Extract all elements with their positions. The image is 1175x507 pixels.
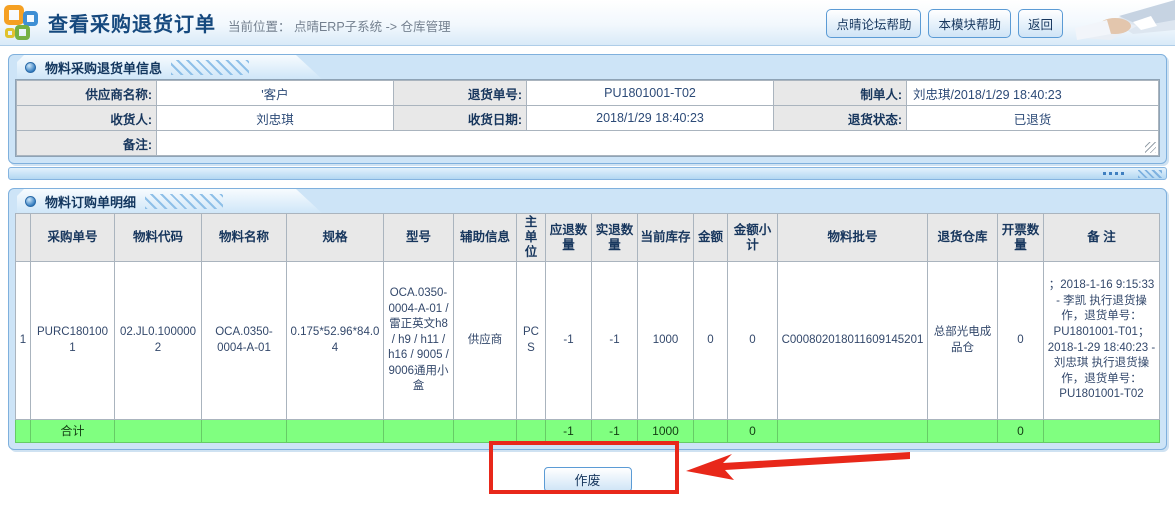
total-cell-index [16,420,31,443]
total-cell-remark [1044,420,1160,443]
cell-aux-info: 供应商 [454,262,517,420]
info-form: 供应商名称: '客户 退货单号: PU1801001-T02 制单人: 刘忠琪/… [15,79,1160,157]
col-header-material-code: 物料代码 [115,214,202,262]
panel-splitter [8,167,1167,180]
breadcrumb: 当前位置： 点晴ERP子系统 -> 仓库管理 [228,10,451,35]
info-row-3: 备注: [17,131,1159,156]
return-no-value: PU1801001-T02 [527,81,774,106]
detail-panel-title: 物料订购单明细 [45,192,136,211]
receiver-label: 收货人: [17,106,157,131]
col-header-batch-no: 物料批号 [778,214,928,262]
cell-model: OCA.0350-0004-A-01 / 雷正英文h8 / h9 / h11 /… [384,262,454,420]
detail-data-row: 1 PURC1801001 02.JL0.1000002 OCA.0350-00… [16,262,1160,420]
cell-remark: ；2018-1-16 9:15:33 - 李凯 执行退货操作，退货单号：PU18… [1044,262,1160,420]
remark-field[interactable] [157,131,1159,156]
col-header-qty-due: 应退数量 [546,214,592,262]
receive-date-value: 2018/1/29 18:40:23 [527,106,774,131]
total-cell-material-code [115,420,202,443]
order-detail-panel: 物料订购单明细 采购单号 物料代码 物料名称 规格 型号 辅助信息 主单位 应退… [8,188,1167,450]
total-cell-batch-no [778,420,928,443]
cell-material-code: 02.JL0.1000002 [115,262,202,420]
tab-stripes-decoration [171,60,249,75]
return-order-info-panel: 物料采购退货单信息 供应商名称: '客户 退货单号: PU1801001-T02… [8,54,1167,164]
footer-action-area: 作废 [0,450,1175,492]
remark-label: 备注: [17,131,157,156]
col-header-spec: 规格 [287,214,384,262]
supplier-name-label: 供应商名称: [17,81,157,106]
info-row-1: 供应商名称: '客户 退货单号: PU1801001-T02 制单人: 刘忠琪/… [17,81,1159,106]
return-status-label: 退货状态: [774,106,907,131]
cell-stock: 1000 [638,262,694,420]
total-cell-label: 合计 [31,420,115,443]
cell-index: 1 [16,262,31,420]
col-header-warehouse: 退货仓库 [928,214,998,262]
receiver-value: 刘忠琪 [157,106,394,131]
cell-invoice-qty: 0 [998,262,1044,420]
col-header-aux-info: 辅助信息 [454,214,517,262]
cell-qty-actual: -1 [592,262,638,420]
col-header-index [16,214,31,262]
detail-table: 采购单号 物料代码 物料名称 规格 型号 辅助信息 主单位 应退数量 实退数量 … [15,213,1160,443]
receive-date-label: 收货日期: [394,106,527,131]
cell-purchase-no: PURC1801001 [31,262,115,420]
cell-spec: 0.175*52.96*84.04 [287,262,384,420]
topbar-button-group: 点晴论坛帮助 本模块帮助 返回 [826,9,1063,38]
cell-amount: 0 [694,262,728,420]
info-row-2: 收货人: 刘忠琪 收货日期: 2018/1/29 18:40:23 退货状态: … [17,106,1159,131]
info-panel-title: 物料采购退货单信息 [45,58,162,77]
col-header-amount: 金额 [694,214,728,262]
resize-grip-icon[interactable] [1145,142,1156,153]
total-cell-aux-info [454,420,517,443]
col-header-unit: 主单位 [517,214,546,262]
tab-stripes-decoration [145,194,223,209]
sphere-bullet-icon [25,62,36,73]
top-bar: 查看采购退货订单 当前位置： 点晴ERP子系统 -> 仓库管理 点晴论坛帮助 本… [0,0,1175,46]
return-no-label: 退货单号: [394,81,527,106]
cell-unit: PCS [517,262,546,420]
cell-batch-no: C000802018011609145201 [778,262,928,420]
detail-panel-tab: 物料订购单明细 [17,189,322,213]
void-button[interactable]: 作废 [544,467,632,492]
detail-header-row: 采购单号 物料代码 物料名称 规格 型号 辅助信息 主单位 应退数量 实退数量 … [16,214,1160,262]
total-cell-material-name [202,420,287,443]
col-header-qty-actual: 实退数量 [592,214,638,262]
creator-value: 刘忠琪/2018/1/29 18:40:23 [907,81,1159,106]
col-header-material-name: 物料名称 [202,214,287,262]
sphere-bullet-icon [25,196,36,207]
info-panel-tab: 物料采购退货单信息 [17,55,322,79]
col-header-amount-subtotal: 金额小计 [728,214,778,262]
splitter-stripes-decoration [1138,170,1162,178]
cell-qty-due: -1 [546,262,592,420]
total-cell-warehouse [928,420,998,443]
detail-total-row: 合计 -1 -1 1000 0 0 [16,420,1160,443]
creator-label: 制单人: [774,81,907,106]
col-header-purchase-no: 采购单号 [31,214,115,262]
cell-amount-subtotal: 0 [728,262,778,420]
total-cell-model [384,420,454,443]
supplier-name-value: '客户 [157,81,394,106]
col-header-remark: 备 注 [1044,214,1160,262]
total-cell-qty-actual: -1 [592,420,638,443]
app-logo-icon [4,4,42,44]
back-button[interactable]: 返回 [1018,9,1063,38]
total-cell-spec [287,420,384,443]
col-header-stock: 当前库存 [638,214,694,262]
forum-help-button[interactable]: 点晴论坛帮助 [826,9,921,38]
total-cell-stock: 1000 [638,420,694,443]
total-cell-amount [694,420,728,443]
total-cell-unit [517,420,546,443]
cell-material-name: OCA.0350-0004-A-01 [202,262,287,420]
col-header-invoice-qty: 开票数量 [998,214,1044,262]
col-header-model: 型号 [384,214,454,262]
page-title: 查看采购退货订单 [48,8,216,37]
total-cell-invoice-qty: 0 [998,420,1044,443]
total-cell-amount-subtotal: 0 [728,420,778,443]
collapse-handle[interactable] [1103,172,1124,175]
return-status-value: 已退货 [907,106,1159,131]
module-help-button[interactable]: 本模块帮助 [928,9,1011,38]
total-cell-qty-due: -1 [546,420,592,443]
cell-warehouse: 总部光电成品仓 [928,262,998,420]
